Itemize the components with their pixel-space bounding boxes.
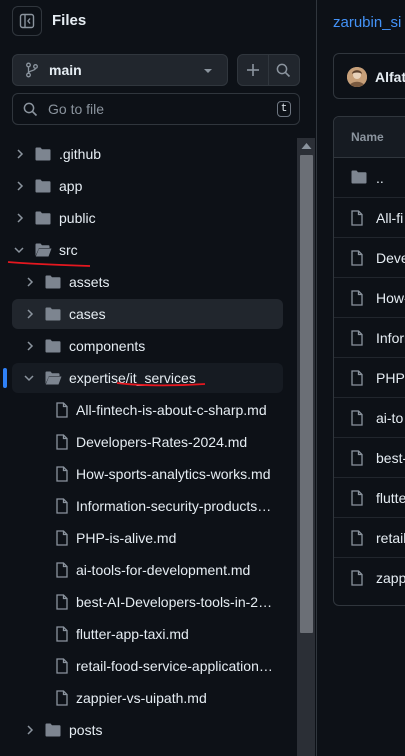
file-icon: [351, 410, 363, 426]
tree-file-item[interactable]: PHP-is-alive.md: [12, 523, 283, 553]
table-row[interactable]: PHP-: [334, 358, 405, 398]
annotation-underlines: [7, 261, 206, 387]
table-row[interactable]: retail: [334, 518, 405, 558]
file-name-link[interactable]: Deve: [376, 250, 405, 266]
file-name-link[interactable]: best-: [376, 450, 405, 466]
file-name-link[interactable]: PHP-: [376, 370, 405, 386]
tree-file-item[interactable]: flutter-app-taxi.md: [12, 619, 283, 649]
file-icon: [351, 490, 363, 506]
tree-file-item[interactable]: Information-security-products…: [12, 491, 283, 521]
file-icon: [351, 210, 363, 226]
file-icon: [351, 290, 363, 306]
name-column-header: Name: [351, 130, 384, 144]
tree-item-label: Information-security-products…: [76, 498, 272, 514]
table-row[interactable]: flutte: [334, 478, 405, 518]
tree-file-item[interactable]: ai-tools-for-development.md: [12, 555, 283, 585]
file-icon: [56, 530, 68, 546]
file-name-link[interactable]: ..: [376, 170, 384, 186]
folder-icon: [351, 170, 367, 184]
file-icon: [56, 434, 68, 450]
chevron-right-icon[interactable]: [26, 725, 34, 735]
tree-item-label: posts: [69, 722, 103, 738]
tree-item-label: zappier-vs-uipath.md: [76, 690, 207, 706]
file-name-link[interactable]: zapp: [376, 570, 405, 586]
tree-item-label: Developers-Rates-2024.md: [76, 434, 248, 450]
file-name-link[interactable]: retail: [376, 530, 405, 546]
table-header: Name: [334, 117, 405, 158]
tree-item-label: How-sports-analytics-works.md: [76, 466, 271, 482]
file-name-link[interactable]: ai-to: [376, 410, 403, 426]
file-icon: [56, 594, 68, 610]
table-row[interactable]: Deve: [334, 238, 405, 278]
tree-file-item[interactable]: retail-food-service-application…: [12, 651, 283, 681]
file-icon: [56, 402, 68, 418]
table-row[interactable]: best-: [334, 438, 405, 478]
tree-file-item[interactable]: Developers-Rates-2024.md: [12, 427, 283, 457]
file-icon: [56, 466, 68, 482]
tree-item-label: PHP-is-alive.md: [76, 530, 177, 546]
file-icon: [351, 570, 363, 586]
tree-item-label: All-fintech-is-about-c-sharp.md: [76, 402, 267, 418]
commit-author[interactable]: Alfat: [375, 69, 405, 85]
tree-item-label: best-AI-Developers-tools-in-2…: [76, 594, 273, 610]
file-name-link[interactable]: flutte: [376, 490, 405, 506]
tree-file-item[interactable]: zappier-vs-uipath.md: [12, 683, 283, 713]
table-row[interactable]: ..: [334, 158, 405, 198]
table-row[interactable]: ai-to: [334, 398, 405, 438]
file-name-link[interactable]: Inforr: [376, 330, 405, 346]
file-icon: [56, 562, 68, 578]
file-icon: [56, 498, 68, 514]
src-underline: [7, 261, 91, 267]
tree-item-label: retail-food-service-application…: [76, 658, 273, 674]
avatar[interactable]: [347, 67, 367, 87]
file-icon: [351, 370, 363, 386]
table-row[interactable]: Inforr: [334, 318, 405, 358]
tree-item-label: ai-tools-for-development.md: [76, 562, 251, 578]
tree-folder-item[interactable]: posts: [12, 715, 283, 745]
repo-breadcrumb-link[interactable]: zarubin_si: [333, 14, 401, 31]
tree-file-item[interactable]: How-sports-analytics-works.md: [12, 459, 283, 489]
file-icon: [351, 450, 363, 466]
table-row[interactable]: All-fi: [334, 198, 405, 238]
expertise-underline: [116, 382, 206, 387]
tree-file-item[interactable]: best-AI-Developers-tools-in-2…: [12, 587, 283, 617]
pane-divider: [316, 0, 317, 756]
file-icon: [351, 530, 363, 546]
file-icon: [56, 626, 68, 642]
folder-icon: [45, 723, 61, 737]
file-icon: [56, 658, 68, 674]
file-icon: [351, 250, 363, 266]
file-name-link[interactable]: How-: [376, 290, 405, 306]
file-icon: [351, 330, 363, 346]
table-row[interactable]: zapp: [334, 558, 405, 598]
file-icon: [56, 690, 68, 706]
directory-file-table: Name .. All-fi Deve How- Inforr PHP-ai-to best…: [333, 116, 405, 606]
latest-commit-box: Alfat: [333, 53, 405, 99]
tree-item-label: flutter-app-taxi.md: [76, 626, 189, 642]
file-name-link[interactable]: All-fi: [376, 210, 403, 226]
table-row[interactable]: How-: [334, 278, 405, 318]
